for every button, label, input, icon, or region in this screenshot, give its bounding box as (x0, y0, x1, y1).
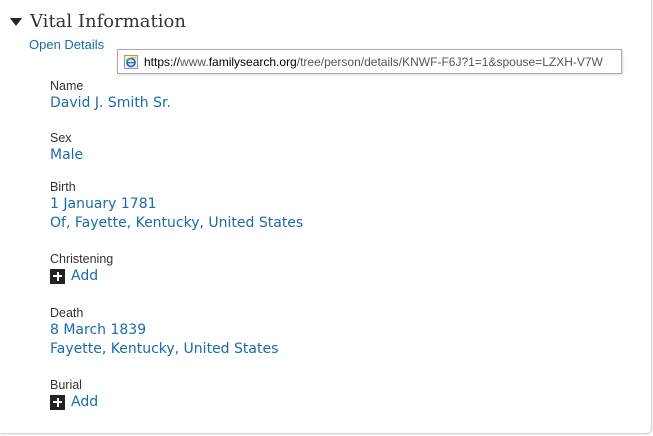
burial-field: Burial Add (50, 377, 98, 410)
burial-add-label: Add (71, 394, 99, 410)
christening-add-button[interactable]: Add (50, 268, 113, 284)
death-field: Death 8 March 1839 Fayette, Kentucky, Un… (50, 305, 278, 359)
url-path: /tree/person/details/KNWF-F6J?1=1&spouse… (296, 54, 603, 69)
ie-icon (124, 54, 138, 69)
christening-add-label: Add (71, 268, 99, 284)
christening-field: Christening Add (50, 251, 113, 284)
birth-field: Birth 1 January 1781 Of, Fayette, Kentuc… (50, 179, 303, 233)
burial-label: Burial (50, 378, 82, 392)
plus-square-icon (50, 394, 65, 410)
sex-field: Sex Male (50, 130, 83, 165)
url-scheme: https:// (144, 54, 181, 69)
section-header[interactable]: Vital Information (10, 8, 186, 34)
death-place[interactable]: Fayette, Kentucky, United States (50, 340, 278, 359)
burial-add-button[interactable]: Add (50, 394, 98, 410)
plus-square-icon (50, 268, 65, 284)
name-value[interactable]: David J. Smith Sr. (50, 94, 171, 113)
url-subdomain: www. (180, 54, 209, 69)
death-label: Death (50, 306, 84, 320)
christening-label: Christening (50, 252, 114, 266)
triangle-down-icon[interactable] (10, 17, 22, 26)
birth-label: Birth (50, 180, 76, 194)
death-date[interactable]: 8 March 1839 (50, 321, 278, 340)
vital-information-panel: Vital Information Open Details https://w… (0, 0, 652, 434)
section-title: Vital Information (30, 10, 186, 32)
url-host: familysearch.org (208, 54, 297, 69)
sex-label: Sex (50, 131, 72, 145)
open-details-link[interactable]: Open Details (29, 37, 104, 52)
birth-place[interactable]: Of, Fayette, Kentucky, United States (50, 214, 303, 233)
url-tooltip: https://www. familysearch.org/tree/person… (117, 49, 622, 74)
sex-value[interactable]: Male (50, 146, 83, 165)
name-field: Name David J. Smith Sr. (50, 78, 171, 113)
name-label: Name (50, 79, 84, 93)
birth-date[interactable]: 1 January 1781 (50, 195, 303, 214)
